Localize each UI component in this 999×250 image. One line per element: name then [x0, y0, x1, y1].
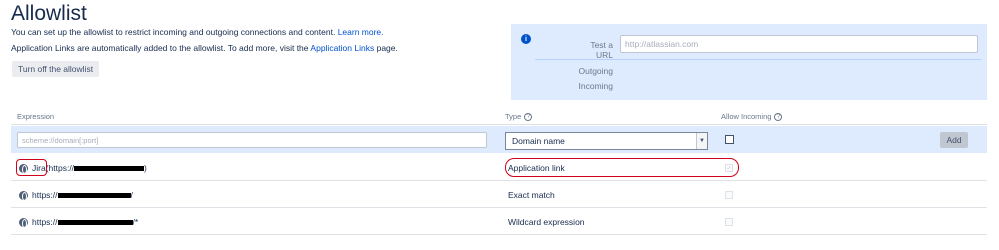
header-divider — [11, 124, 987, 125]
header-allow-incoming: Allow Incoming ? — [721, 112, 783, 121]
highlight-annotation — [505, 158, 739, 177]
row-type: Exact match — [508, 190, 555, 200]
chevron-down-icon: ▼ — [696, 133, 707, 149]
highlight-annotation — [16, 159, 47, 176]
row-expression-suffix: / — [130, 190, 133, 200]
header-expression: Expression — [17, 112, 54, 121]
add-button[interactable]: Add — [940, 132, 968, 148]
learn-more-link[interactable]: Learn more. — [338, 27, 384, 37]
turn-off-allowlist-button[interactable]: Turn off the allowlist — [12, 61, 99, 77]
table-row: https:// /* Wildcard expression — [11, 209, 987, 235]
add-entry-row: Domain name ▼ Add — [11, 126, 987, 153]
allow-incoming-checkbox[interactable] — [725, 218, 733, 226]
row-expression-suffix: ) — [144, 163, 147, 173]
applinks-description: Application Links are automatically adde… — [11, 43, 398, 53]
globe-icon — [19, 217, 28, 228]
allowlist-description: You can set up the allowlist to restrict… — [11, 27, 384, 37]
header-type-label: Type — [505, 112, 522, 121]
type-select-value: Domain name — [512, 136, 565, 146]
test-url-input[interactable] — [620, 35, 978, 53]
row-expression-text: https:// — [32, 190, 58, 200]
header-allow-incoming-label: Allow Incoming — [721, 112, 772, 121]
expression-input[interactable] — [17, 132, 487, 148]
row-expression: https:// / — [19, 182, 133, 208]
row-expression-suffix: /* — [132, 217, 139, 227]
help-icon[interactable]: ? — [524, 112, 533, 121]
panel-divider — [535, 59, 981, 60]
applinks-text: Application Links are automatically adde… — [11, 43, 309, 53]
row-expression: https:// /* — [19, 209, 138, 235]
table-row: Jira (https:// ) Application link ✓ — [11, 155, 987, 181]
applinks-suffix: page. — [376, 43, 398, 53]
row-expression-text: (https:// — [45, 163, 75, 173]
header-type: Type ? — [505, 112, 533, 121]
test-url-panel: i Test a URL Outgoing Incoming — [511, 24, 987, 100]
redacted-block — [57, 193, 131, 198]
redacted-block — [57, 220, 133, 225]
incoming-label: Incoming — [578, 81, 614, 91]
test-url-label: Test a URL — [590, 40, 613, 60]
row-type: Wildcard expression — [508, 217, 585, 227]
outgoing-label: Outgoing — [578, 66, 614, 76]
type-select[interactable]: Domain name ▼ — [505, 132, 708, 150]
help-icon[interactable]: ? — [774, 112, 783, 121]
table-row: https:// / Exact match — [11, 182, 987, 208]
page-title: Allowlist — [11, 2, 87, 25]
application-links-link[interactable]: Application Links — [310, 43, 374, 53]
description-text: You can set up the allowlist to restrict… — [11, 27, 336, 37]
allow-incoming-checkbox[interactable] — [725, 191, 733, 199]
allow-incoming-checkbox[interactable] — [725, 135, 734, 144]
header-expression-label: Expression — [17, 112, 55, 121]
redacted-block — [74, 166, 145, 171]
globe-icon — [19, 190, 28, 201]
info-icon: i — [521, 34, 531, 44]
row-expression-text: https:// — [32, 217, 58, 227]
